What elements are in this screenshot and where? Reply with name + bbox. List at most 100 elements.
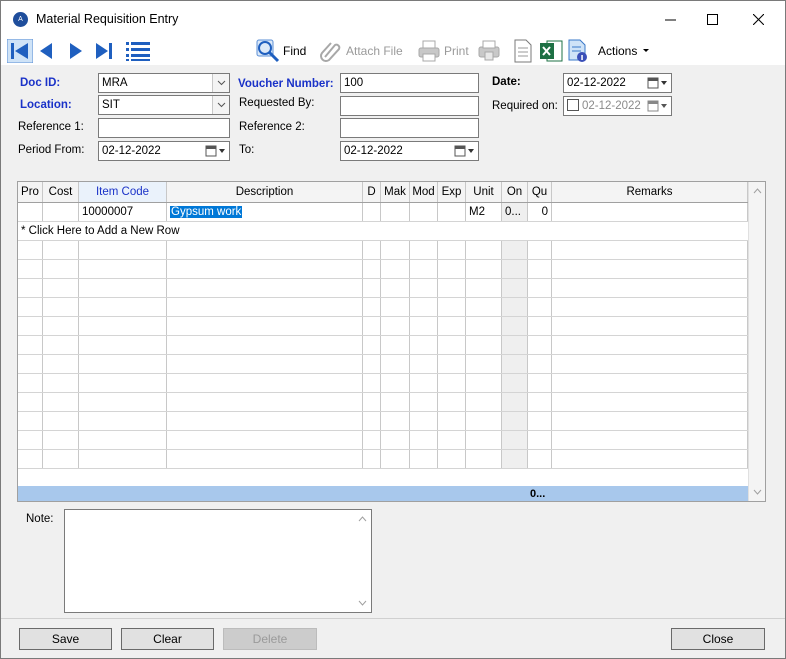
empty-grid-cell[interactable] [381, 298, 410, 316]
cell-exp[interactable] [438, 203, 466, 221]
to-calendar-button[interactable] [454, 144, 476, 158]
empty-grid-cell[interactable] [528, 336, 552, 354]
doc-id-dropdown-button[interactable] [212, 74, 229, 92]
empty-grid-cell[interactable] [528, 393, 552, 411]
column-header-item-code[interactable]: Item Code [79, 182, 167, 202]
empty-grid-row[interactable] [18, 317, 748, 336]
empty-grid-row[interactable] [18, 412, 748, 431]
empty-grid-cell[interactable] [502, 450, 528, 468]
empty-grid-cell[interactable] [363, 241, 381, 259]
empty-grid-cell[interactable] [43, 355, 79, 373]
empty-grid-cell[interactable] [381, 412, 410, 430]
empty-grid-row[interactable] [18, 260, 748, 279]
empty-grid-cell[interactable] [466, 450, 502, 468]
empty-grid-cell[interactable] [363, 374, 381, 392]
period-from-date-picker[interactable]: 02-12-2022 [98, 141, 230, 161]
voucher-number-input[interactable]: 100 [340, 73, 479, 93]
empty-grid-cell[interactable] [528, 412, 552, 430]
maximize-button[interactable] [689, 1, 735, 37]
column-header-d[interactable]: D [363, 182, 381, 202]
empty-grid-cell[interactable] [438, 374, 466, 392]
empty-grid-cell[interactable] [18, 279, 43, 297]
empty-grid-cell[interactable] [502, 241, 528, 259]
empty-grid-cell[interactable] [363, 260, 381, 278]
empty-grid-cell[interactable] [410, 374, 438, 392]
cell-qu[interactable]: 0 [528, 203, 552, 221]
location-dropdown-button[interactable] [212, 96, 229, 114]
empty-grid-cell[interactable] [79, 450, 167, 468]
document-button[interactable] [513, 37, 533, 65]
empty-grid-cell[interactable] [18, 241, 43, 259]
close-button[interactable]: Close [671, 628, 765, 650]
first-record-button[interactable] [7, 37, 33, 65]
required-on-calendar-button[interactable] [647, 99, 669, 113]
empty-grid-cell[interactable] [502, 260, 528, 278]
export-excel-button[interactable] [539, 37, 563, 65]
empty-grid-cell[interactable] [381, 317, 410, 335]
empty-grid-cell[interactable] [43, 336, 79, 354]
empty-grid-cell[interactable] [502, 336, 528, 354]
empty-grid-cell[interactable] [381, 374, 410, 392]
cell-cost[interactable] [43, 203, 79, 221]
empty-grid-row[interactable] [18, 279, 748, 298]
minimize-button[interactable] [647, 1, 693, 37]
empty-grid-row[interactable] [18, 374, 748, 393]
empty-grid-cell[interactable] [43, 450, 79, 468]
empty-grid-cell[interactable] [410, 279, 438, 297]
empty-grid-cell[interactable] [79, 241, 167, 259]
empty-grid-cell[interactable] [167, 317, 363, 335]
reference-1-input[interactable] [98, 118, 230, 138]
empty-grid-cell[interactable] [167, 298, 363, 316]
empty-grid-cell[interactable] [466, 279, 502, 297]
last-record-button[interactable] [93, 37, 115, 65]
table-row[interactable]: 10000007 Gypsum work M2 0... 0 [18, 203, 748, 222]
empty-grid-cell[interactable] [410, 317, 438, 335]
column-header-on[interactable]: On [502, 182, 528, 202]
column-header-mod[interactable]: Mod [410, 182, 438, 202]
empty-grid-cell[interactable] [410, 431, 438, 449]
empty-grid-cell[interactable] [410, 336, 438, 354]
empty-grid-cell[interactable] [363, 317, 381, 335]
empty-grid-cell[interactable] [502, 393, 528, 411]
empty-grid-cell[interactable] [502, 355, 528, 373]
empty-grid-cell[interactable] [552, 336, 748, 354]
empty-grid-cell[interactable] [79, 317, 167, 335]
cell-mod[interactable] [410, 203, 438, 221]
empty-grid-cell[interactable] [410, 450, 438, 468]
column-header-cost[interactable]: Cost [43, 182, 79, 202]
empty-grid-cell[interactable] [363, 412, 381, 430]
empty-grid-cell[interactable] [18, 336, 43, 354]
date-calendar-button[interactable] [647, 76, 669, 90]
empty-grid-cell[interactable] [79, 412, 167, 430]
to-date-picker[interactable]: 02-12-2022 [340, 141, 479, 161]
empty-grid-cell[interactable] [381, 355, 410, 373]
empty-grid-cell[interactable] [502, 412, 528, 430]
empty-grid-cell[interactable] [502, 431, 528, 449]
empty-grid-cell[interactable] [167, 279, 363, 297]
empty-grid-cell[interactable] [381, 450, 410, 468]
empty-grid-cell[interactable] [363, 336, 381, 354]
empty-grid-cell[interactable] [43, 317, 79, 335]
empty-grid-cell[interactable] [18, 298, 43, 316]
attach-file-button[interactable]: Attach File [319, 37, 403, 65]
new-row[interactable]: * Click Here to Add a New Row [18, 222, 748, 241]
empty-grid-cell[interactable] [466, 431, 502, 449]
doc-id-combo[interactable]: MRA [98, 73, 230, 93]
empty-grid-cell[interactable] [552, 412, 748, 430]
column-header-description[interactable]: Description [167, 182, 363, 202]
empty-grid-cell[interactable] [43, 431, 79, 449]
empty-grid-cell[interactable] [79, 355, 167, 373]
empty-grid-cell[interactable] [466, 393, 502, 411]
empty-grid-cell[interactable] [552, 431, 748, 449]
empty-grid-cell[interactable] [43, 241, 79, 259]
empty-grid-cell[interactable] [528, 298, 552, 316]
period-from-calendar-button[interactable] [205, 144, 227, 158]
empty-grid-row[interactable] [18, 298, 748, 317]
empty-grid-cell[interactable] [79, 279, 167, 297]
find-button[interactable]: Find [256, 37, 306, 65]
empty-grid-cell[interactable] [18, 393, 43, 411]
empty-grid-cell[interactable] [43, 260, 79, 278]
empty-grid-cell[interactable] [167, 241, 363, 259]
column-header-qu[interactable]: Qu [528, 182, 552, 202]
items-grid[interactable]: Pro Cost Item Code Description D Mak Mod… [17, 181, 766, 502]
